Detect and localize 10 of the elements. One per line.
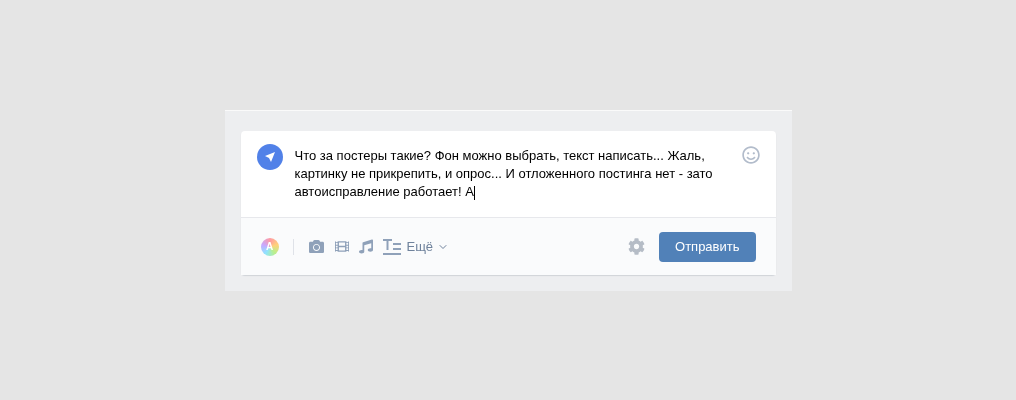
- music-icon[interactable]: [358, 239, 373, 254]
- post-text-field[interactable]: Что за постеры такие? Фон можно выбрать, текст написать... Жаль, картинку не прикрепить, и опрос... И отложенного постинга нет - зато автоисправление работает! А: [294, 143, 730, 201]
- film-icon[interactable]: [334, 239, 349, 254]
- avatar-icon: [256, 144, 283, 170]
- emoji-icon[interactable]: [741, 146, 760, 164]
- settings-icon[interactable]: [628, 238, 646, 255]
- text-format-icon[interactable]: [382, 238, 401, 255]
- camera-icon[interactable]: [307, 239, 325, 254]
- send-button[interactable]: Отправить: [659, 231, 756, 262]
- more-button[interactable]: Ещё: [406, 236, 450, 257]
